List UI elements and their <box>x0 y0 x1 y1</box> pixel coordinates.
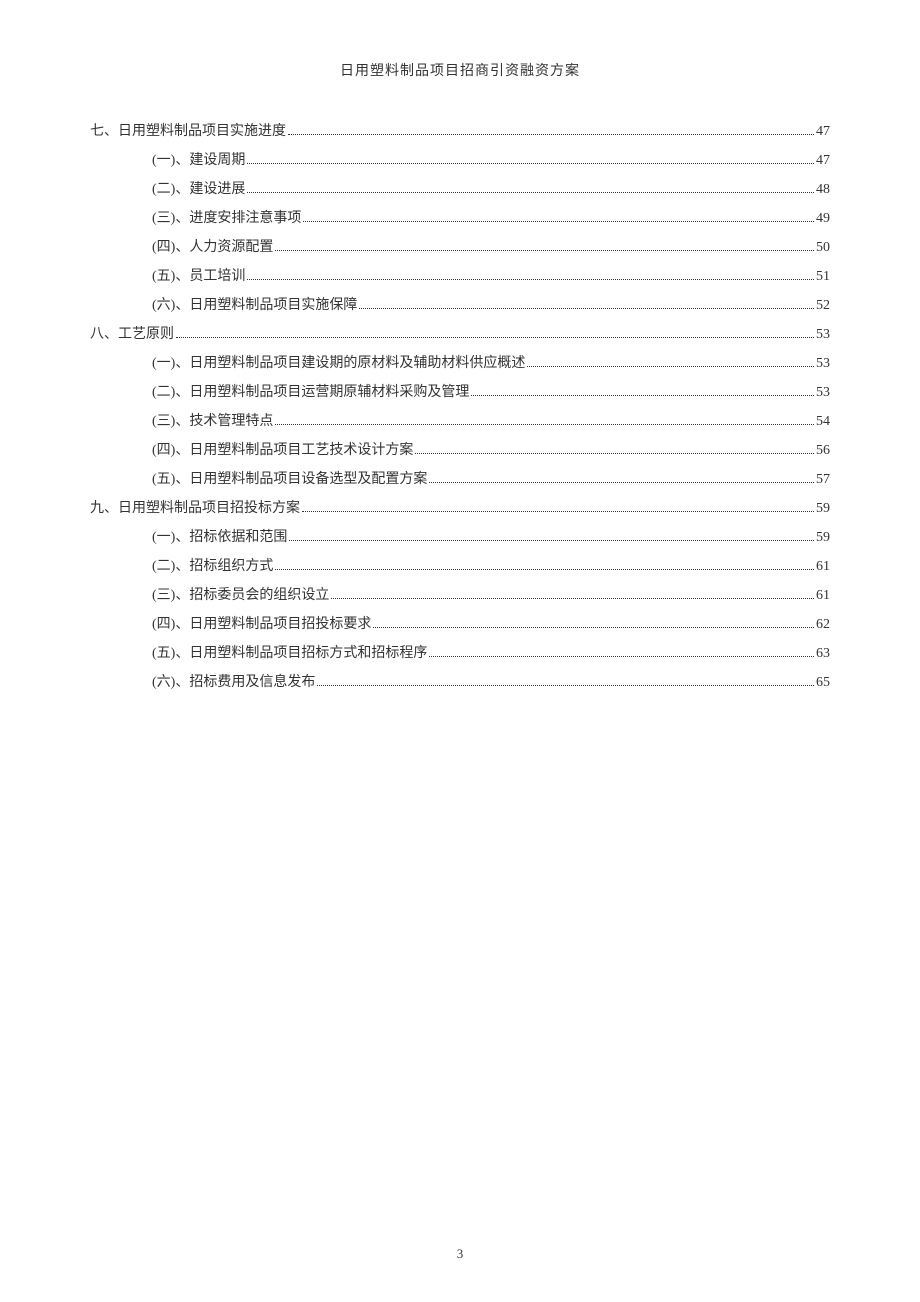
toc-dots <box>429 656 814 657</box>
toc-page-number: 53 <box>816 379 830 407</box>
table-of-contents: 七、日用塑料制品项目实施进度 47 (一)、建设周期 47 (二)、建设进展 4… <box>90 118 830 697</box>
toc-dots <box>247 163 814 164</box>
toc-entry: (四)、日用塑料制品项目招投标要求 62 <box>90 611 830 639</box>
toc-page-number: 61 <box>816 553 830 581</box>
toc-label: (四)、日用塑料制品项目招投标要求 <box>152 611 371 639</box>
toc-entry: (二)、建设进展 48 <box>90 176 830 204</box>
toc-entry: 九、日用塑料制品项目招投标方案 59 <box>90 495 830 523</box>
toc-dots <box>303 221 814 222</box>
toc-entry: (四)、日用塑料制品项目工艺技术设计方案 56 <box>90 437 830 465</box>
toc-page-number: 62 <box>816 611 830 639</box>
toc-dots <box>275 424 814 425</box>
toc-entry: (一)、建设周期 47 <box>90 147 830 175</box>
toc-label: (三)、技术管理特点 <box>152 408 273 436</box>
toc-entry: (三)、招标委员会的组织设立 61 <box>90 582 830 610</box>
footer-page-number: 3 <box>0 1246 920 1262</box>
toc-entry: (二)、日用塑料制品项目运营期原辅材料采购及管理 53 <box>90 379 830 407</box>
toc-label: (六)、招标费用及信息发布 <box>152 669 315 697</box>
toc-entry: (六)、日用塑料制品项目实施保障 52 <box>90 292 830 320</box>
toc-dots <box>527 366 814 367</box>
toc-label: (三)、进度安排注意事项 <box>152 205 301 233</box>
toc-dots <box>331 598 814 599</box>
toc-entry: (三)、进度安排注意事项 49 <box>90 205 830 233</box>
toc-entry: 七、日用塑料制品项目实施进度 47 <box>90 118 830 146</box>
toc-page-number: 61 <box>816 582 830 610</box>
toc-label: (二)、日用塑料制品项目运营期原辅材料采购及管理 <box>152 379 469 407</box>
toc-entry: (六)、招标费用及信息发布 65 <box>90 669 830 697</box>
toc-label: (四)、人力资源配置 <box>152 234 273 262</box>
page-title: 日用塑料制品项目招商引资融资方案 <box>90 60 830 80</box>
toc-dots <box>176 337 814 338</box>
toc-label: 七、日用塑料制品项目实施进度 <box>90 118 286 146</box>
toc-page-number: 50 <box>816 234 830 262</box>
toc-dots <box>302 511 814 512</box>
toc-dots <box>288 134 814 135</box>
toc-entry: (四)、人力资源配置 50 <box>90 234 830 262</box>
toc-dots <box>317 685 814 686</box>
toc-label: (二)、建设进展 <box>152 176 245 204</box>
toc-entry: (五)、日用塑料制品项目招标方式和招标程序 63 <box>90 640 830 668</box>
toc-entry: (一)、招标依据和范围 59 <box>90 524 830 552</box>
document-page: 日用塑料制品项目招商引资融资方案 七、日用塑料制品项目实施进度 47 (一)、建… <box>0 0 920 738</box>
toc-label: (五)、日用塑料制品项目设备选型及配置方案 <box>152 466 427 494</box>
toc-page-number: 53 <box>816 321 830 349</box>
toc-dots <box>359 308 814 309</box>
toc-entry: (二)、招标组织方式 61 <box>90 553 830 581</box>
toc-page-number: 47 <box>816 147 830 175</box>
toc-label: (三)、招标委员会的组织设立 <box>152 582 329 610</box>
toc-page-number: 59 <box>816 495 830 523</box>
toc-page-number: 54 <box>816 408 830 436</box>
toc-label: (五)、日用塑料制品项目招标方式和招标程序 <box>152 640 427 668</box>
toc-page-number: 59 <box>816 524 830 552</box>
toc-page-number: 56 <box>816 437 830 465</box>
toc-entry: 八、工艺原则 53 <box>90 321 830 349</box>
toc-dots <box>415 453 814 454</box>
toc-label: 九、日用塑料制品项目招投标方案 <box>90 495 300 523</box>
toc-label: (一)、招标依据和范围 <box>152 524 287 552</box>
toc-dots <box>275 250 814 251</box>
toc-page-number: 47 <box>816 118 830 146</box>
toc-label: (一)、日用塑料制品项目建设期的原材料及辅助材料供应概述 <box>152 350 525 378</box>
toc-page-number: 53 <box>816 350 830 378</box>
toc-page-number: 48 <box>816 176 830 204</box>
toc-dots <box>471 395 814 396</box>
toc-page-number: 65 <box>816 669 830 697</box>
toc-entry: (三)、技术管理特点 54 <box>90 408 830 436</box>
toc-label: (四)、日用塑料制品项目工艺技术设计方案 <box>152 437 413 465</box>
toc-label: (五)、员工培训 <box>152 263 245 291</box>
toc-dots <box>247 192 814 193</box>
toc-dots <box>289 540 814 541</box>
toc-entry: (一)、日用塑料制品项目建设期的原材料及辅助材料供应概述 53 <box>90 350 830 378</box>
toc-dots <box>275 569 814 570</box>
toc-dots <box>373 627 814 628</box>
toc-page-number: 63 <box>816 640 830 668</box>
toc-page-number: 57 <box>816 466 830 494</box>
toc-entry: (五)、员工培训 51 <box>90 263 830 291</box>
toc-label: 八、工艺原则 <box>90 321 174 349</box>
toc-page-number: 49 <box>816 205 830 233</box>
toc-label: (一)、建设周期 <box>152 147 245 175</box>
toc-label: (二)、招标组织方式 <box>152 553 273 581</box>
toc-dots <box>247 279 814 280</box>
toc-entry: (五)、日用塑料制品项目设备选型及配置方案 57 <box>90 466 830 494</box>
toc-page-number: 51 <box>816 263 830 291</box>
toc-label: (六)、日用塑料制品项目实施保障 <box>152 292 357 320</box>
toc-page-number: 52 <box>816 292 830 320</box>
toc-dots <box>429 482 814 483</box>
